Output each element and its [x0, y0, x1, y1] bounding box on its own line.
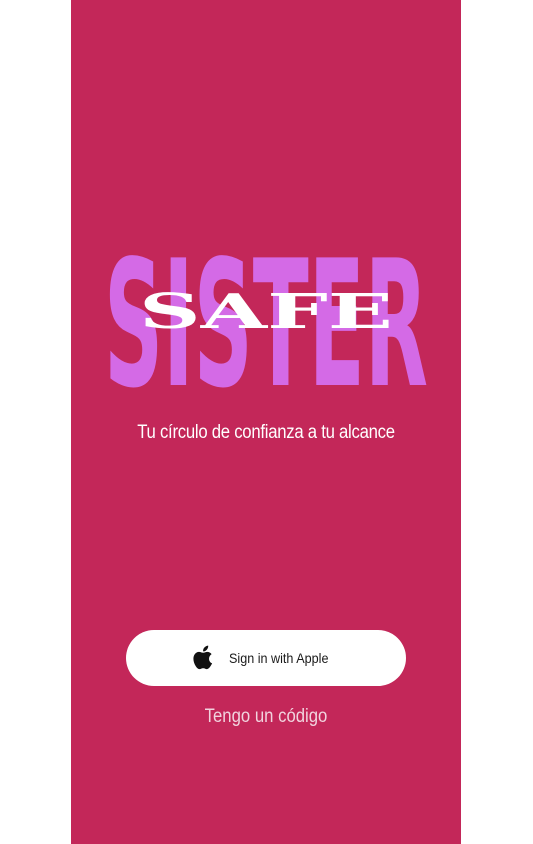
apple-icon: [193, 645, 212, 669]
logo-word-safe: SAFE: [139, 284, 393, 340]
sign-in-with-apple-button[interactable]: Sign in with Apple: [126, 630, 406, 686]
app-screen: SISTER SAFE Tu círculo de confianza a tu…: [71, 0, 461, 844]
tagline: Tu círculo de confianza a tu alcance: [137, 422, 395, 443]
sister-safe-logo: SISTER SAFE: [104, 224, 428, 420]
sign-in-with-apple-label: Sign in with Apple: [228, 650, 329, 666]
have-code-link[interactable]: Tengo un código: [94, 706, 437, 728]
